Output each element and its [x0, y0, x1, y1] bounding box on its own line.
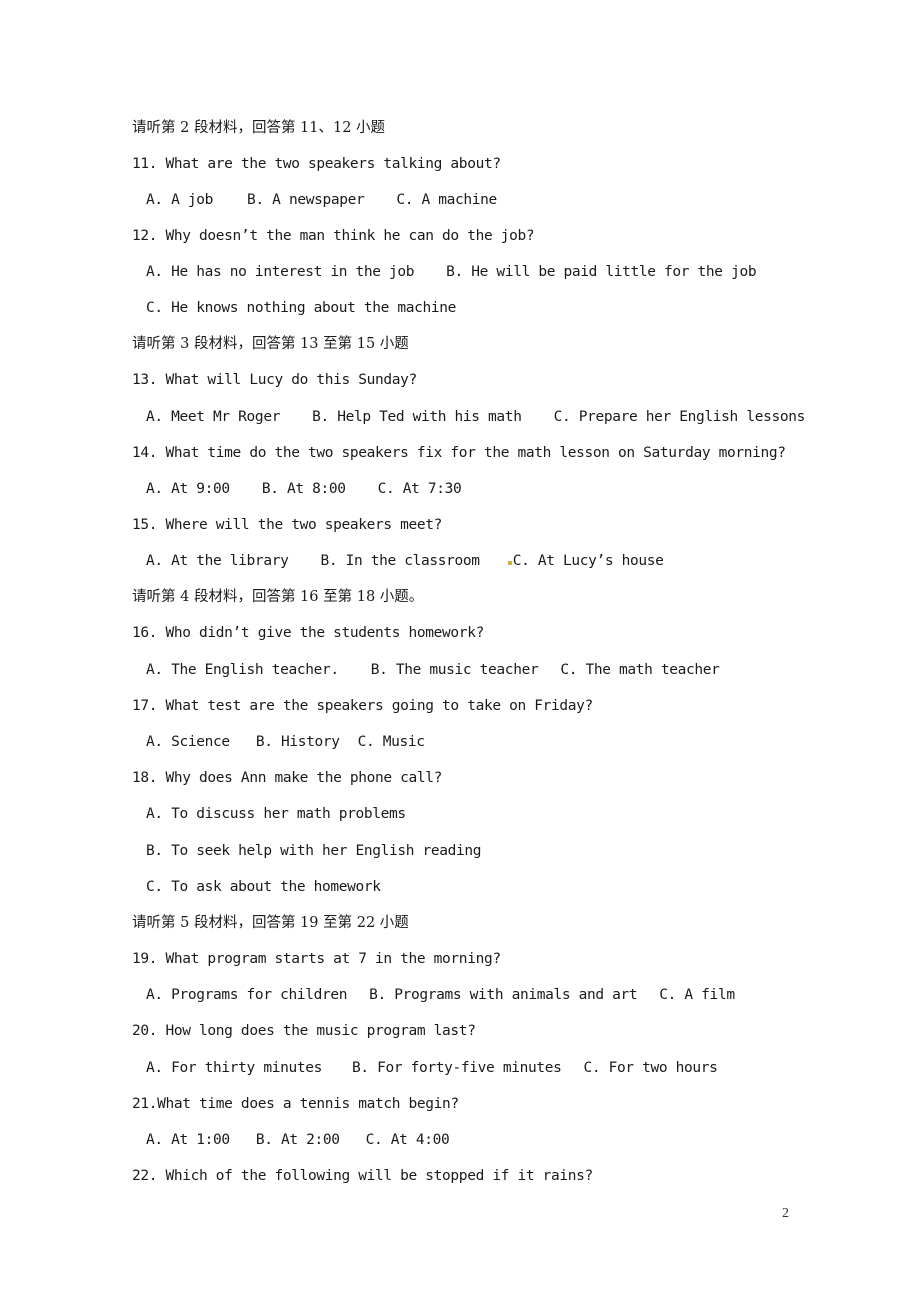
options-line: B. To seek help with her English reading	[146, 841, 482, 861]
question-stem: 21.What time does a tennis match begin?	[132, 1096, 459, 1112]
options-line: A. He has no interest in the job B. He wi…	[146, 262, 757, 282]
option-a: A. At the library	[146, 553, 289, 569]
document-page: 请听第 2 段材料，回答第 11、12 小题 11. What are the …	[0, 0, 920, 1302]
question-stem: 14. What time do the two speakers fix fo…	[132, 445, 786, 461]
question-stem: 18. Why does Ann make the phone call?	[132, 770, 443, 786]
question-stem: 13. What will Lucy do this Sunday?	[132, 372, 417, 388]
options-line: A. Science B. History C. Music	[146, 732, 425, 752]
options-line: A. A job B. A newspaper C. A machine	[146, 190, 497, 210]
option-b: B. The music teacher	[370, 662, 539, 678]
options-line: C. He knows nothing about the machine	[146, 298, 456, 318]
section-heading: 请听第 5 段材料，回答第 19 至第 22 小题	[132, 915, 409, 931]
section-heading: 请听第 2 段材料，回答第 11、12 小题	[132, 120, 386, 136]
question-stem: 17. What test are the speakers going to …	[132, 698, 593, 714]
options-line: A. For thirty minutes B. For forty-five m…	[146, 1058, 718, 1078]
question-stem: 19. What program starts at 7 in the morn…	[132, 951, 501, 967]
option-c: C. He knows nothing about the machine	[146, 300, 457, 316]
option-c: C. The math teacher	[560, 662, 720, 678]
option-c: C. For two hours	[583, 1060, 718, 1076]
question-stem: 22. Which of the following will be stopp…	[132, 1168, 593, 1184]
question-stem: 11. What are the two speakers talking ab…	[132, 156, 501, 172]
question-stem: 15. Where will the two speakers meet?	[132, 517, 443, 533]
option-b: B. He will be paid little for the job	[446, 264, 757, 280]
options-line: C. To ask about the homework	[146, 877, 381, 897]
option-c: C. A film	[659, 987, 735, 1003]
options-line: A. At the library B. In the classroom C. A…	[146, 551, 664, 571]
question-stem: 20. How long does the music program last…	[132, 1023, 476, 1039]
option-a: A. Meet Mr Roger	[146, 409, 281, 425]
page-number: 2	[782, 1206, 789, 1221]
options-line: A. Programs for children B. Programs with…	[146, 985, 735, 1005]
option-b: B. At 8:00	[261, 481, 346, 497]
option-a: A. At 9:00	[146, 481, 230, 497]
option-b: B. In the classroom	[320, 553, 480, 569]
option-a: A. He has no interest in the job	[146, 264, 415, 280]
option-b: B. To seek help with her English reading	[146, 843, 482, 859]
option-c: C. At 7:30	[377, 481, 462, 497]
option-b: B. At 2:00	[255, 1132, 340, 1148]
option-b: B. Programs with animals and art	[369, 987, 638, 1003]
option-b: B. A newspaper	[247, 192, 365, 208]
options-line: A. The English teacher. B. The music teac…	[146, 660, 720, 680]
section-heading: 请听第 4 段材料，回答第 16 至第 18 小题。	[132, 589, 424, 605]
section-heading: 请听第 3 段材料，回答第 13 至第 15 小题	[132, 336, 409, 352]
option-a: A. Programs for children	[146, 987, 348, 1003]
options-line: A. At 1:00 B. At 2:00 C. At 4:00	[146, 1130, 450, 1150]
question-stem: 16. Who didn’t give the students homewor…	[132, 625, 484, 641]
option-c: C. At Lucy’s house	[512, 553, 664, 569]
option-a: A. For thirty minutes	[146, 1060, 322, 1076]
option-c: C. At 4:00	[365, 1132, 450, 1148]
option-b: B. History	[255, 734, 340, 750]
options-line: A. To discuss her math problems	[146, 804, 406, 824]
option-c: C. Music	[357, 734, 425, 750]
option-a: A. To discuss her math problems	[146, 806, 406, 822]
option-a: A. The English teacher.	[146, 662, 339, 678]
options-line: A. At 9:00 B. At 8:00 C. At 7:30	[146, 479, 462, 499]
options-line: A. Meet Mr Roger B. Help Ted with his mat…	[146, 407, 805, 427]
option-c: C. To ask about the homework	[146, 879, 381, 895]
option-c: C. Prepare her English lessons	[553, 409, 806, 425]
option-a: A. A job	[146, 192, 214, 208]
option-b: B. For forty-five minutes	[351, 1060, 562, 1076]
option-c: C. A machine	[396, 192, 497, 208]
edit-mark	[507, 561, 512, 565]
option-b: B. Help Ted with his math	[312, 409, 522, 425]
option-a: A. At 1:00	[146, 1132, 230, 1148]
option-a: A. Science	[146, 734, 230, 750]
question-stem: 12. Why doesn’t the man think he can do …	[132, 228, 535, 244]
